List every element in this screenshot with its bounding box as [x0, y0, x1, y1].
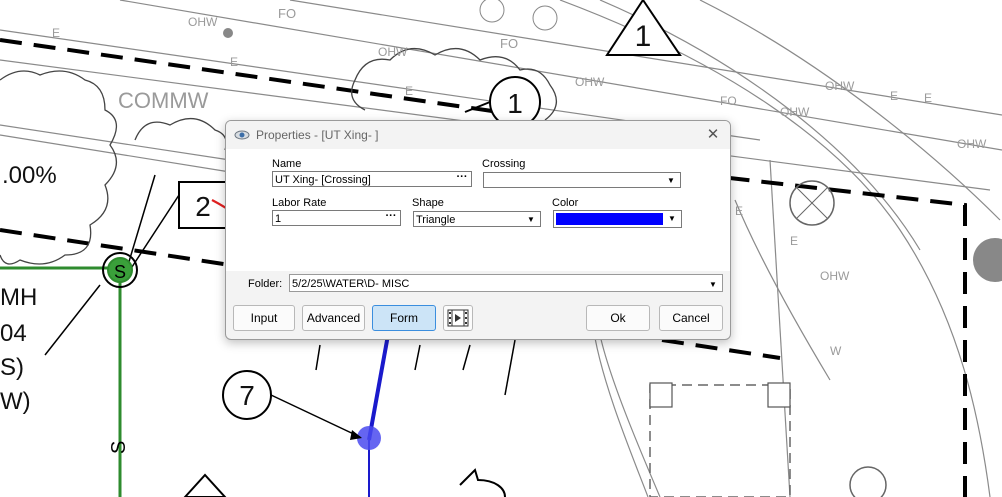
svg-text:FO: FO: [278, 6, 296, 21]
svg-text:OHW: OHW: [378, 45, 408, 59]
svg-text:E: E: [230, 55, 238, 69]
svg-text:E: E: [790, 234, 798, 248]
sewer-s-label: S: [108, 441, 130, 454]
callout-1-triangle-label: 1: [635, 20, 652, 53]
svg-text:E: E: [924, 91, 932, 105]
folder-dropdown[interactable]: 5/2/25\WATER\D- MISC ▼: [289, 274, 723, 292]
svg-text:OHW: OHW: [780, 105, 810, 119]
shape-dropdown[interactable]: Triangle ▼: [413, 211, 541, 227]
svg-text:E: E: [405, 84, 413, 98]
svg-text:OHW: OHW: [188, 15, 218, 29]
slope-text: .00%: [2, 162, 57, 189]
labor-rate-value: 1: [275, 213, 282, 225]
color-label: Color: [552, 197, 579, 209]
properties-panel: Name UT Xing- [Crossing] ··· Crossing ▼ …: [226, 149, 730, 271]
svg-text:OHW: OHW: [575, 75, 605, 89]
svg-text:E: E: [735, 204, 743, 218]
mh-w-text: W): [0, 388, 31, 415]
shape-label: Shape: [412, 197, 444, 209]
svg-text:OHW: OHW: [957, 137, 987, 151]
film-play-icon: [447, 309, 469, 327]
shape-value: Triangle: [416, 214, 456, 226]
crossing-dropdown-arrow-icon[interactable]: ▼: [664, 173, 678, 187]
callout-2-label: 2: [195, 191, 211, 222]
folder-label: Folder:: [248, 278, 283, 290]
svg-text:OHW: OHW: [820, 269, 850, 283]
ok-button[interactable]: Ok: [586, 305, 650, 331]
properties-dialog: Properties - [UT Xing- ] ✕ Name UT Xing-…: [225, 120, 731, 340]
mh-s-text: S): [0, 354, 24, 381]
advanced-button[interactable]: Advanced: [302, 305, 365, 331]
color-swatch: [556, 213, 663, 225]
svg-text:E: E: [52, 26, 60, 40]
media-player-button[interactable]: [443, 305, 473, 331]
color-dropdown-arrow-icon[interactable]: ▼: [665, 211, 679, 225]
labor-rate-ellipsis-button[interactable]: ···: [382, 211, 400, 225]
crossing-dropdown[interactable]: ▼: [483, 172, 681, 188]
labor-rate-field[interactable]: 1 ···: [272, 210, 401, 226]
svg-text:W: W: [830, 344, 842, 358]
mh-text: MH: [0, 284, 37, 311]
svg-text:E: E: [890, 89, 898, 103]
svg-text:COMMW: COMMW: [118, 88, 209, 113]
manhole-s-label: S: [114, 262, 126, 282]
callout-1-circle-label: 1: [507, 88, 523, 119]
name-field[interactable]: UT Xing- [Crossing] ···: [272, 171, 472, 187]
name-label: Name: [272, 158, 302, 170]
labor-rate-label: Labor Rate: [272, 197, 327, 209]
shape-dropdown-arrow-icon[interactable]: ▼: [524, 212, 538, 226]
color-dropdown[interactable]: ▼: [553, 210, 682, 228]
dialog-title: Properties - [UT Xing- ]: [256, 128, 379, 142]
folder-dropdown-arrow-icon[interactable]: ▼: [706, 277, 720, 291]
svg-text:OHW: OHW: [825, 79, 855, 93]
crossing-label: Crossing: [482, 158, 526, 170]
folder-value: 5/2/25\WATER\D- MISC: [292, 278, 410, 290]
input-button[interactable]: Input: [233, 305, 295, 331]
svg-text:FO: FO: [720, 94, 737, 108]
cancel-button[interactable]: Cancel: [659, 305, 723, 331]
form-button[interactable]: Form: [372, 305, 436, 331]
callout-7-label: 7: [239, 380, 255, 411]
svg-text:FO: FO: [500, 36, 518, 51]
dialog-titlebar[interactable]: Properties - [UT Xing- ] ✕: [226, 121, 730, 149]
name-value: UT Xing- [Crossing]: [275, 174, 371, 186]
app-eye-icon: [234, 130, 250, 140]
name-ellipsis-button[interactable]: ···: [453, 172, 471, 186]
mh-number-text: 04: [0, 320, 27, 347]
close-button[interactable]: ✕: [702, 124, 724, 146]
